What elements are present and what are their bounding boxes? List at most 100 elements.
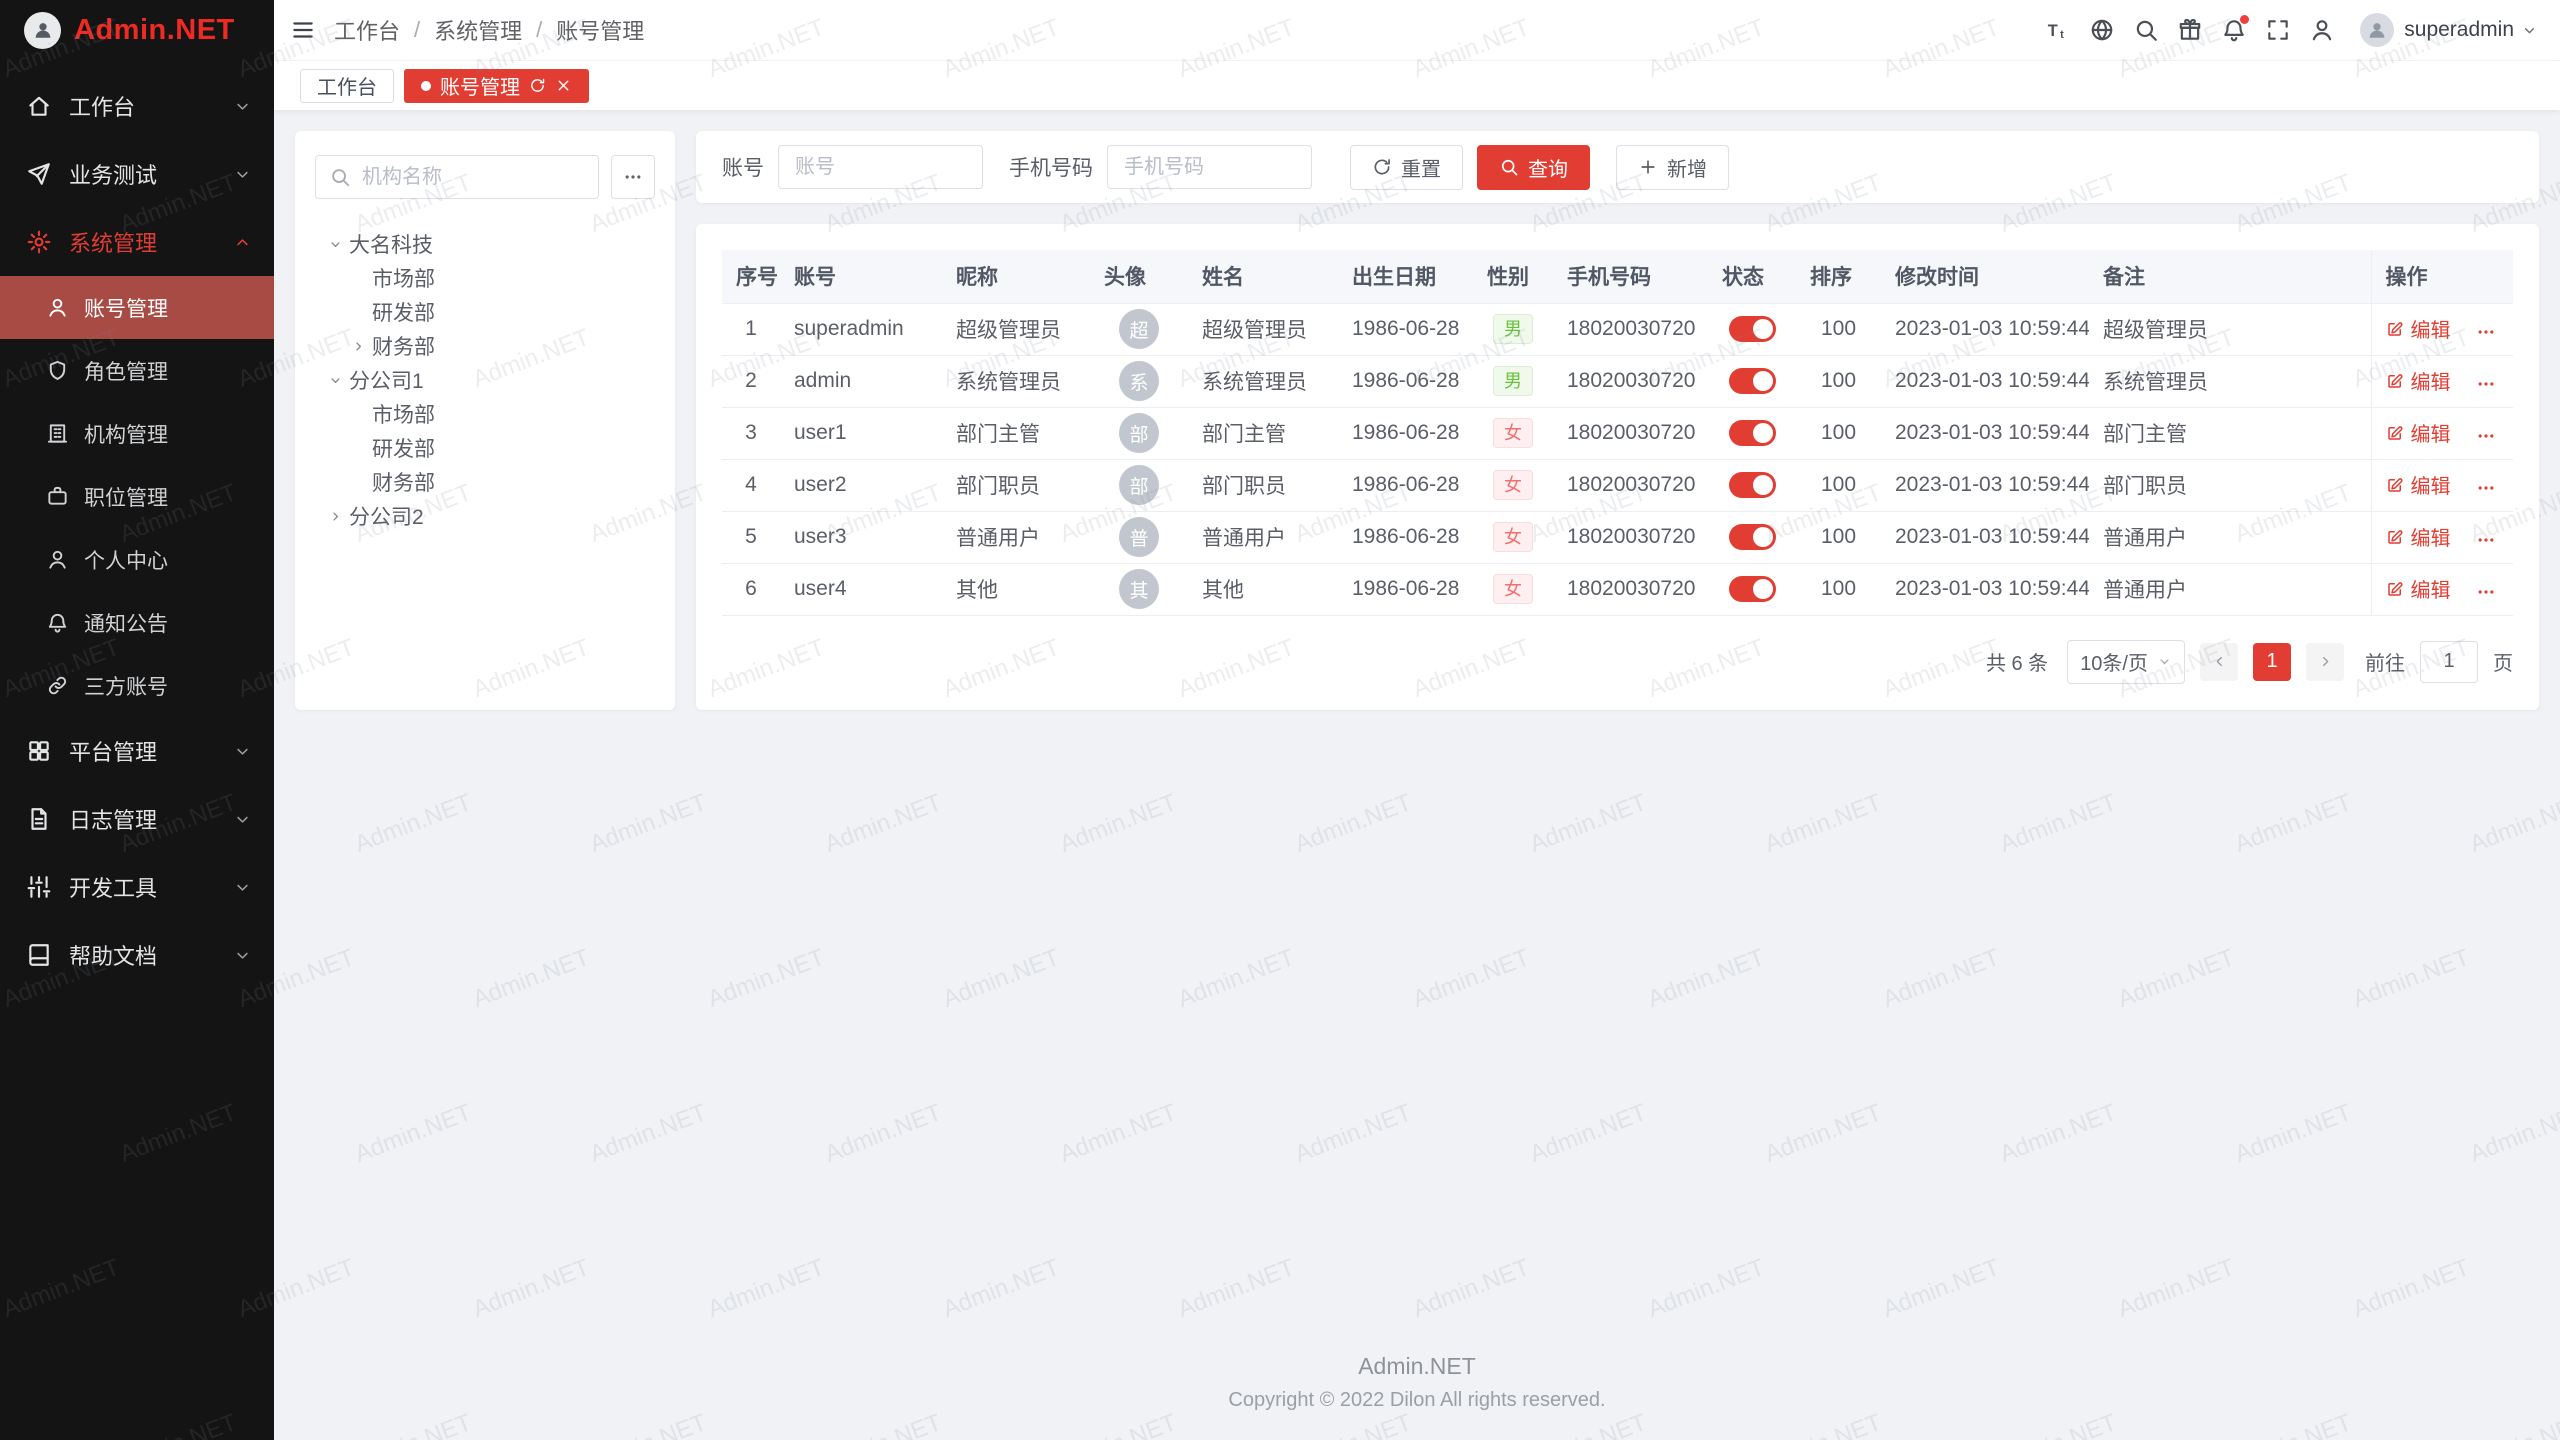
sidebar-item-help-docs[interactable]: 帮助文档 [0, 921, 274, 989]
status-toggle[interactable] [1729, 420, 1776, 446]
sidebar-item-org-management[interactable]: 机构管理 [0, 402, 274, 465]
search-icon[interactable] [2124, 0, 2168, 60]
cell-name: 部门职员 [1188, 459, 1338, 511]
fullscreen-icon[interactable] [2256, 0, 2300, 60]
gift-icon[interactable] [2168, 0, 2212, 60]
status-toggle[interactable] [1729, 472, 1776, 498]
account-input[interactable] [778, 145, 983, 189]
cell-operation: 编辑 [2371, 303, 2513, 355]
caret-placeholder [344, 400, 372, 428]
status-toggle[interactable] [1729, 576, 1776, 602]
total-count: 共 6 条 [1986, 647, 2048, 676]
edit-button[interactable]: 编辑 [2386, 366, 2451, 395]
system-management-submenu: 账号管理 角色管理 机构管理 职位管理 个人中心 [0, 276, 274, 717]
tree-node[interactable]: 分公司1 [315, 363, 655, 397]
more-icon [2476, 374, 2496, 394]
reset-button[interactable]: 重置 [1350, 145, 1463, 190]
page-number-button[interactable]: 1 [2253, 643, 2291, 681]
page-size-select[interactable]: 10条/页 [2067, 640, 2185, 684]
sidebar-item-notice[interactable]: 通知公告 [0, 591, 274, 654]
collapse-menu-icon[interactable] [274, 0, 332, 60]
status-toggle[interactable] [1729, 368, 1776, 394]
tree-more-button[interactable] [611, 155, 655, 199]
sidebar-item-workbench[interactable]: 工作台 [0, 72, 274, 140]
tree-node[interactable]: 分公司2 [315, 499, 655, 533]
more-actions-button[interactable] [2476, 582, 2496, 602]
cell-birthdate: 1986-06-28 [1338, 511, 1473, 563]
edit-button[interactable]: 编辑 [2386, 522, 2451, 551]
tab-account-management[interactable]: 账号管理 [404, 69, 589, 103]
close-icon[interactable] [555, 77, 572, 94]
sidebar-item-log-management[interactable]: 日志管理 [0, 785, 274, 853]
sidebar-item-platform-management[interactable]: 平台管理 [0, 717, 274, 785]
caret-right-icon[interactable] [321, 502, 349, 530]
more-actions-button[interactable] [2476, 426, 2496, 446]
app-root: Admin.NET 工作台 业务测试 系统管理 账号管理 [0, 0, 2560, 1440]
font-size-icon[interactable] [2036, 0, 2080, 60]
sidebar-item-system-management[interactable]: 系统管理 [0, 208, 274, 276]
refresh-icon[interactable] [529, 77, 546, 94]
phone-input[interactable] [1107, 145, 1312, 189]
status-toggle[interactable] [1729, 316, 1776, 342]
edit-button[interactable]: 编辑 [2386, 418, 2451, 447]
status-toggle[interactable] [1729, 524, 1776, 550]
tree-node[interactable]: 研发部 [315, 295, 655, 329]
edit-button[interactable]: 编辑 [2386, 470, 2451, 499]
caret-down-icon[interactable] [321, 230, 349, 258]
sidebar-item-position-management[interactable]: 职位管理 [0, 465, 274, 528]
breadcrumb-item[interactable]: 工作台 [334, 14, 400, 46]
prev-page-button[interactable] [2200, 643, 2238, 681]
caret-down-icon[interactable] [321, 366, 349, 394]
sidebar-item-third-party-account[interactable]: 三方账号 [0, 654, 274, 717]
next-page-button[interactable] [2306, 643, 2344, 681]
edit-button[interactable]: 编辑 [2386, 574, 2451, 603]
language-icon[interactable] [2080, 0, 2124, 60]
tree-node[interactable]: 大名科技 [315, 227, 655, 261]
table-row: 4 user2 部门职员 部 部门职员 1986-06-28 女 1802003… [722, 459, 2513, 511]
edit-icon [2386, 476, 2404, 494]
cell-avatar: 超 [1090, 303, 1188, 355]
caret-right-icon[interactable] [344, 332, 372, 360]
breadcrumb-item[interactable]: 系统管理 [434, 14, 522, 46]
chevron-right-icon [2317, 653, 2334, 670]
sidebar-item-account-management[interactable]: 账号管理 [0, 276, 274, 339]
notification-bell-icon[interactable] [2212, 0, 2256, 60]
user-icon[interactable] [2300, 0, 2344, 60]
add-button[interactable]: 新增 [1616, 145, 1729, 190]
file-icon [26, 806, 52, 832]
sidebar-item-personal-center[interactable]: 个人中心 [0, 528, 274, 591]
search-icon [329, 166, 351, 188]
sidebar-item-dev-tools[interactable]: 开发工具 [0, 853, 274, 921]
tree-node[interactable]: 市场部 [315, 397, 655, 431]
sidebar-item-role-management[interactable]: 角色管理 [0, 339, 274, 402]
col-modified-time: 修改时间 [1881, 250, 2089, 303]
gender-tag: 女 [1493, 574, 1533, 604]
search-button[interactable]: 查询 [1477, 145, 1590, 190]
cell-nickname: 部门主管 [942, 407, 1090, 459]
avatar: 系 [1119, 361, 1159, 401]
org-search-input[interactable] [315, 155, 599, 199]
chevron-down-icon [233, 878, 252, 897]
more-icon [623, 167, 643, 187]
username[interactable]: superadmin [2404, 18, 2514, 42]
cell-phone: 18020030720 [1553, 511, 1708, 563]
cell-birthdate: 1986-06-28 [1338, 459, 1473, 511]
sidebar-item-business-test[interactable]: 业务测试 [0, 140, 274, 208]
tab-workbench[interactable]: 工作台 [300, 69, 394, 103]
goto-page-input[interactable] [2420, 641, 2478, 683]
tree-node[interactable]: 市场部 [315, 261, 655, 295]
avatar[interactable] [2360, 13, 2394, 47]
tree-node[interactable]: 财务部 [315, 329, 655, 363]
edit-icon [2386, 372, 2404, 390]
more-actions-button[interactable] [2476, 322, 2496, 342]
edit-button[interactable]: 编辑 [2386, 314, 2451, 343]
more-actions-button[interactable] [2476, 478, 2496, 498]
cell-birthdate: 1986-06-28 [1338, 563, 1473, 615]
tree-node[interactable]: 财务部 [315, 465, 655, 499]
cell-operation: 编辑 [2371, 459, 2513, 511]
chevron-down-icon[interactable] [2521, 22, 2538, 39]
more-actions-button[interactable] [2476, 530, 2496, 550]
cell-remark: 部门主管 [2089, 407, 2371, 459]
tree-node[interactable]: 研发部 [315, 431, 655, 465]
more-actions-button[interactable] [2476, 374, 2496, 394]
